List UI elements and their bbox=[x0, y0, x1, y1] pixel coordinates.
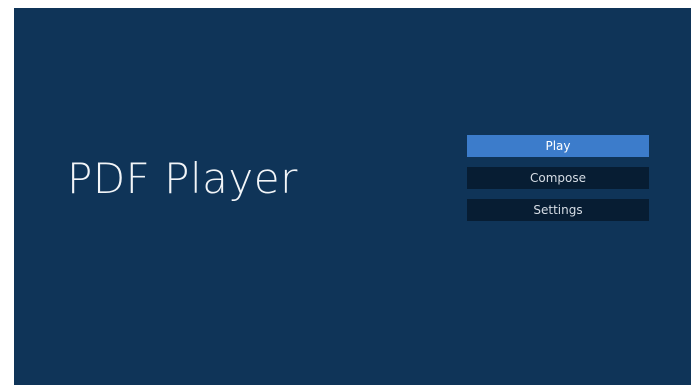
main-menu: Play Compose Settings bbox=[467, 135, 649, 231]
app-screen: PDF Player Play Compose Settings bbox=[14, 8, 691, 385]
play-button[interactable]: Play bbox=[467, 135, 649, 157]
compose-button[interactable]: Compose bbox=[467, 167, 649, 189]
app-title: PDF Player bbox=[67, 154, 298, 203]
settings-button[interactable]: Settings bbox=[467, 199, 649, 221]
